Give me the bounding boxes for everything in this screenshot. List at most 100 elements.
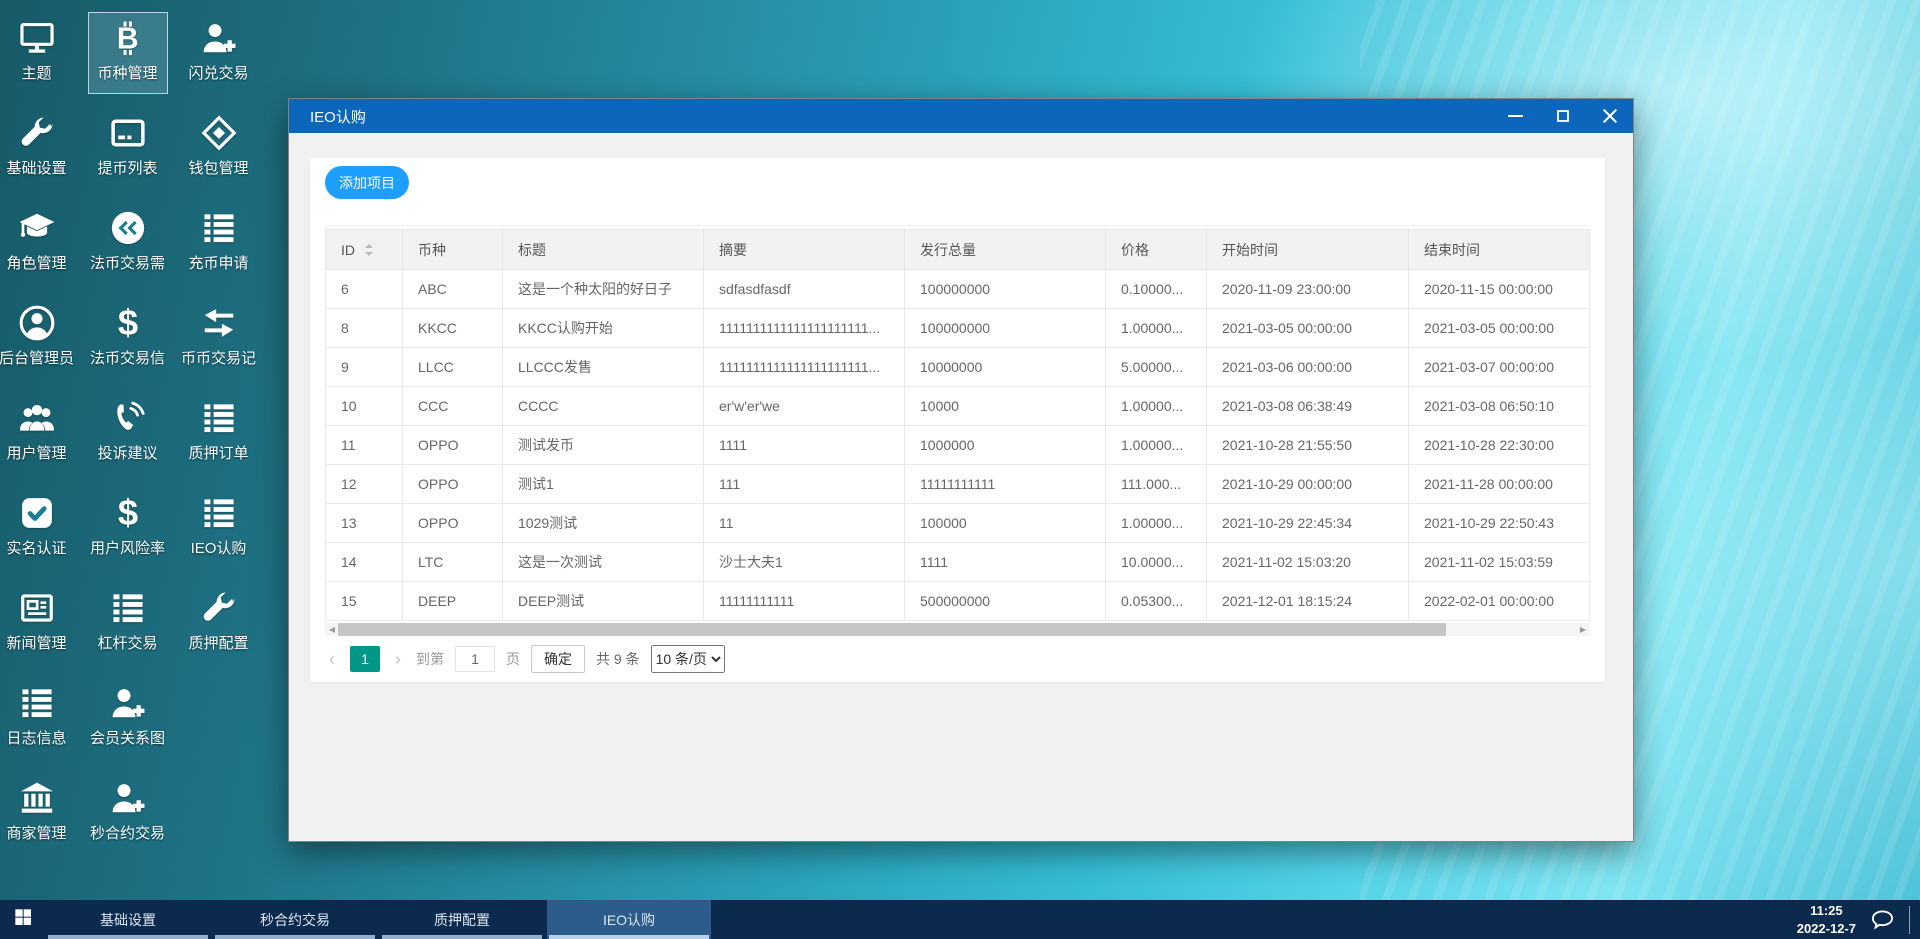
user-plus-icon <box>108 778 148 818</box>
cell-摘要: 11 <box>703 503 905 543</box>
desktop-icon-member-relation[interactable]: 会员关系图 <box>82 677 173 772</box>
desktop-icon-label: 会员关系图 <box>89 730 165 747</box>
desktop-icon-fiat-trade-demand[interactable]: 法币交易需 <box>82 202 173 297</box>
desktop-icon-user-risk-rate[interactable]: $ 用户风险率 <box>82 487 173 582</box>
sort-icon[interactable] <box>364 243 374 257</box>
table-row: 14 LTC 这是一次测试 沙士大夫1 1111 10.0000... 2021-11-02… <box>325 542 1590 582</box>
cell-标题: LLCCC发售 <box>502 347 704 387</box>
table-row: 15 DEEP DEEP测试 11111111111 500000000 0.05300.… <box>325 581 1590 621</box>
table-row: 12 OPPO 测试1 111 11111111111 111.000... 2021-10… <box>325 464 1590 504</box>
next-page-icon[interactable]: › <box>391 650 405 668</box>
desktop-icon-label: 质押订单 <box>188 445 249 462</box>
cell-摘要: er'w'er'we <box>703 386 905 426</box>
confirm-button[interactable]: 确定 <box>531 645 585 673</box>
cell-价格: 0.10000... <box>1105 269 1207 309</box>
close-button[interactable] <box>1586 99 1633 133</box>
desktop-icon-coin-trade-record[interactable]: 币币交易记 <box>173 297 264 392</box>
desktop-icon-basic-settings[interactable]: 基础设置 <box>0 107 82 202</box>
desktop-icon-withdraw-list[interactable]: 提币列表 <box>82 107 173 202</box>
bitcoin-icon: B <box>108 18 148 58</box>
desktop-icon-fiat-trade-info[interactable]: $ 法币交易信 <box>82 297 173 392</box>
cell-币种: ABC <box>402 269 503 309</box>
taskbar-item-质押配置[interactable]: 质押配置 <box>380 900 544 939</box>
desktop-icon-news-management[interactable]: 新闻管理 <box>0 582 82 677</box>
cell-ID: 8 <box>325 308 403 348</box>
desktop-grid: 主题基础设置 角色管理 后台管理员 用户管理 实名认证 新闻管理日志信息商家管理 B 币种管理… <box>0 12 264 867</box>
table-row: 9 LLCC LLCCC发售 1111111111111111111111... 100… <box>325 347 1590 387</box>
desktop-icon-label: 投诉建议 <box>97 445 158 462</box>
window-titlebar: IEO认购 <box>289 99 1633 133</box>
desktop-icon-complaint-suggest[interactable]: 投诉建议 <box>82 392 173 487</box>
cell-发行总量: 1000000 <box>904 425 1106 465</box>
cell-摘要: 1111111111111111111111... <box>703 347 905 387</box>
current-page-badge[interactable]: 1 <box>350 646 380 672</box>
ieo-table: ID 币种 标题 摘要 发行总量 价格 开始时间 结束时间 6 ABC 这是一个种太阳的好日子 sd… <box>325 229 1590 621</box>
taskbar-item-秒合约交易[interactable]: 秒合约交易 <box>213 900 377 939</box>
cell-ID: 11 <box>325 425 403 465</box>
desktop-icon-leverage-trade[interactable]: 杠杆交易 <box>82 582 173 677</box>
cell-价格: 1.00000... <box>1105 503 1207 543</box>
desktop-icon-label: 主题 <box>21 65 52 82</box>
list-icon <box>108 588 148 628</box>
show-desktop-button[interactable] <box>1909 905 1910 934</box>
taskbar-item-indicator <box>549 935 709 939</box>
taskbar-tray: 11:25 2022-12-7 <box>1797 900 1920 939</box>
desktop-icon-admin-manager[interactable]: 后台管理员 <box>0 297 82 392</box>
cell-开始时间: 2021-10-29 00:00:00 <box>1206 464 1409 504</box>
desktop-icon-ieo-subscribe[interactable]: IEO认购 <box>173 487 264 582</box>
cell-结束时间: 2021-11-28 00:00:00 <box>1408 464 1590 504</box>
prev-page-icon[interactable]: ‹ <box>325 650 339 668</box>
scroll-left-icon[interactable]: ◀ <box>325 623 339 636</box>
desktop-icon-log-info[interactable]: 日志信息 <box>0 677 82 772</box>
desktop-icon-role-management[interactable]: 角色管理 <box>0 202 82 297</box>
add-project-button[interactable]: 添加项目 <box>325 166 409 199</box>
taskbar-clock[interactable]: 11:25 2022-12-7 <box>1797 902 1856 937</box>
table-row: 11 OPPO 测试发币 1111 1000000 1.00000... 2021-10-2… <box>325 425 1590 465</box>
toolbar-divider <box>325 225 1590 226</box>
cell-结束时间: 2021-11-02 15:03:59 <box>1408 542 1590 582</box>
desktop-icon-coin-management[interactable]: B 币种管理 <box>82 12 173 107</box>
minimize-icon <box>1508 115 1523 117</box>
maximize-button[interactable] <box>1539 99 1586 133</box>
chat-bubble-icon[interactable] <box>1870 907 1895 932</box>
desktop-icon-second-contract[interactable]: 秒合约交易 <box>82 772 173 867</box>
desktop-icon-wallet-management[interactable]: 钱包管理 <box>173 107 264 202</box>
desktop-icon-label: 用户风险率 <box>89 540 165 557</box>
goto-label: 到第 <box>416 651 444 667</box>
pagination: ‹ 1 › 到第 页 确定 共 9 条 10 条/页 <box>325 645 1590 673</box>
scroll-right-icon[interactable]: ▶ <box>1576 623 1590 636</box>
taskbar-item-IEO认购[interactable]: IEO认购 <box>547 900 711 939</box>
cell-ID: 12 <box>325 464 403 504</box>
scrollbar-thumb[interactable] <box>338 623 1446 636</box>
desktop-icon-pledge-config[interactable]: 质押配置 <box>173 582 264 677</box>
desktop-icon-pledge-order[interactable]: 质押订单 <box>173 392 264 487</box>
bank-icon <box>17 778 57 818</box>
goto-page-input[interactable] <box>455 646 495 672</box>
desktop-icon-user-management[interactable]: 用户管理 <box>0 392 82 487</box>
taskbar-item-indicator <box>48 935 208 939</box>
gem-icon <box>199 113 239 153</box>
cell-ID: 14 <box>325 542 403 582</box>
desktop-icon-deposit-apply[interactable]: 充币申请 <box>173 202 264 297</box>
desktop-icon-flash-exchange[interactable]: 闪兑交易 <box>173 12 264 107</box>
desktop-icon-merchant-management[interactable]: 商家管理 <box>0 772 82 867</box>
user-circle-icon <box>17 303 57 343</box>
cell-发行总量: 100000 <box>904 503 1106 543</box>
clock-time: 11:25 <box>1810 902 1843 918</box>
desktop-icon-label: 商家管理 <box>6 825 67 842</box>
desktop-icon-realname-auth[interactable]: 实名认证 <box>0 487 82 582</box>
svg-text:B: B <box>116 22 138 55</box>
content-panel: 添加项目 ID 币种 标题 摘要 发行总量 价格 开始时间 结束时间 6 ABC 这是一个种太阳的… <box>310 158 1605 682</box>
minimize-button[interactable] <box>1492 99 1539 133</box>
column-header-ID[interactable]: ID <box>325 229 403 270</box>
desktop-icon-theme[interactable]: 主题 <box>0 12 82 107</box>
page-size-select[interactable]: 10 条/页 <box>650 645 725 673</box>
taskbar-item-基础设置[interactable]: 基础设置 <box>46 900 210 939</box>
cell-摘要: 1111111111111111111111... <box>703 308 905 348</box>
svg-text:$: $ <box>117 494 137 532</box>
start-button[interactable] <box>0 900 46 939</box>
monitor-icon <box>17 18 57 58</box>
desktop-icon-label: 钱包管理 <box>188 160 249 177</box>
desktop-icon-label: 日志信息 <box>6 730 67 747</box>
credit-card-icon <box>108 113 148 153</box>
